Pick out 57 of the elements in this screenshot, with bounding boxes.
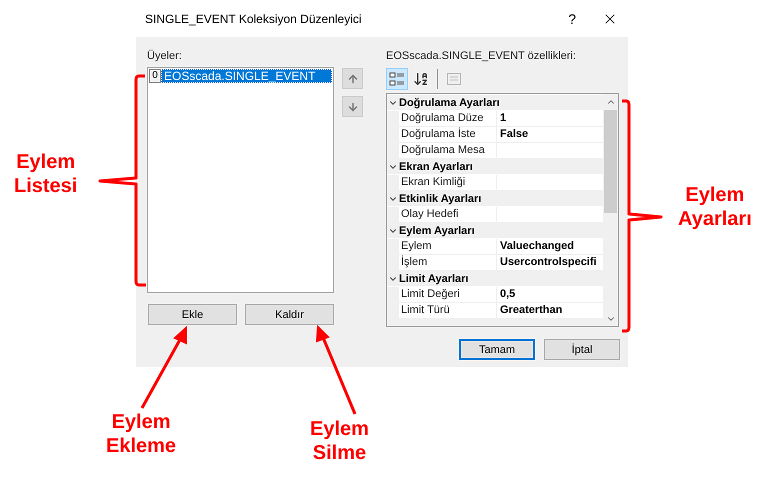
- property-name: İşlem: [399, 255, 497, 270]
- toolbar-button[interactable]: [386, 68, 408, 90]
- property-row[interactable]: Ekran Kimliği: [387, 175, 603, 191]
- property-name: Doğrulama Mesa: [399, 143, 497, 158]
- category-row[interactable]: Eylem Ayarları: [387, 223, 603, 239]
- member-item[interactable]: EOSscada.SINGLE_EVENT: [161, 69, 332, 83]
- help-button[interactable]: ?: [568, 10, 576, 26]
- window-title: SINGLE_EVENT Koleksiyon Düzenleyici: [145, 12, 363, 26]
- annotation-label: Eylem Silme: [310, 417, 369, 465]
- members-label: Üyeler:: [147, 50, 183, 64]
- property-value[interactable]: False: [497, 127, 528, 142]
- properties-label: EOSscada.SINGLE_EVENT özellikleri:: [386, 50, 577, 64]
- category-label: Eylem Ayarları: [399, 224, 475, 236]
- property-name: Limit Değeri: [399, 287, 497, 302]
- property-name: Ekran Kimliği: [399, 175, 497, 190]
- category-row[interactable]: Doğrulama Ayarları: [387, 95, 603, 111]
- annotation-label: Eylem Listesi: [14, 150, 78, 198]
- property-row[interactable]: Doğrulama Düze 1: [387, 111, 603, 127]
- remove-button[interactable]: Kaldır: [245, 304, 334, 325]
- arrow-down-icon: [346, 100, 358, 112]
- category-label: Ekran Ayarları: [399, 160, 473, 172]
- property-value[interactable]: Valuechanged: [497, 239, 574, 254]
- property-value[interactable]: Greaterthan: [497, 303, 562, 318]
- category-row[interactable]: Ekran Ayarları: [387, 159, 603, 175]
- add-button[interactable]: Ekle: [148, 304, 237, 325]
- categorized-icon: [389, 71, 405, 87]
- property-value[interactable]: 1: [497, 111, 506, 126]
- scrollbar-thumb[interactable]: [604, 110, 617, 213]
- property-value[interactable]: 0,5: [497, 287, 516, 302]
- move-up-button[interactable]: [342, 68, 363, 89]
- property-row[interactable]: İşlem Usercontrolspecifi: [387, 255, 603, 271]
- property-row[interactable]: Limit Türü Greaterthan: [387, 303, 603, 319]
- property-name: Eylem: [399, 239, 497, 254]
- annotation-label: Eylem Ayarları: [678, 183, 752, 231]
- property-value[interactable]: Usercontrolspecifi: [497, 255, 597, 270]
- property-name: Limit Türü: [399, 303, 497, 318]
- category-label: Doğrulama Ayarları: [399, 96, 500, 108]
- sort-alphabetical-icon: [413, 71, 429, 87]
- property-row[interactable]: Limit Değeri 0,5: [387, 287, 603, 303]
- property-name: Doğrulama Düze: [399, 111, 497, 126]
- ok-button[interactable]: Tamam: [459, 339, 535, 360]
- category-label: Limit Ayarları: [399, 272, 468, 284]
- property-row[interactable]: Doğrulama Mesa: [387, 143, 603, 159]
- property-row[interactable]: Eylem Valuechanged: [387, 239, 603, 255]
- category-row[interactable]: Etkinlik Ayarları: [387, 191, 603, 207]
- move-down-button[interactable]: [342, 96, 363, 117]
- property-name: Doğrulama İste: [399, 127, 497, 142]
- arrow-up-icon: [346, 72, 358, 84]
- annotation-label: Eylem Ekleme: [106, 410, 176, 458]
- cancel-button[interactable]: İptal: [544, 339, 620, 360]
- property-row[interactable]: Olay Hedefi: [387, 207, 603, 223]
- category-label: Etkinlik Ayarları: [399, 192, 482, 204]
- item-index: 0: [149, 69, 161, 83]
- property-row[interactable]: Doğrulama İste False: [387, 127, 603, 143]
- property-pages-icon: [446, 71, 462, 87]
- property-name: Olay Hedefi: [399, 207, 497, 222]
- category-row[interactable]: Limit Ayarları: [387, 271, 603, 287]
